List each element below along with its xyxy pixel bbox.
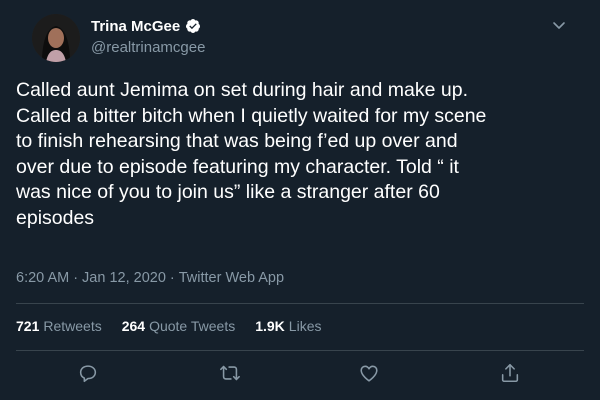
reply-icon[interactable] (77, 362, 99, 384)
divider (16, 303, 584, 304)
heart-icon[interactable] (358, 362, 380, 384)
tweet-text-line: Called aunt Jemima on set during hair an… (16, 79, 469, 101)
tweet-time[interactable]: 6:20 AM (16, 270, 69, 286)
tweet-meta: 6:20 AM · Jan 12, 2020 · Twitter Web App (16, 270, 284, 286)
tweet-text-line: over due to episode featuring my charact… (16, 155, 459, 178)
tweet-text-line: was nice of you to join us” like a stran… (16, 181, 440, 203)
divider (16, 350, 584, 351)
tweet-header: Trina McGee @realtrinamcgee (16, 0, 584, 70)
tweet-text-line: Called a bitter bitch when I quietly wai… (16, 104, 487, 127)
author-names: Trina McGee @realtrinamcgee (91, 16, 205, 57)
tweet-actions (0, 362, 600, 392)
likes-label: Likes (288, 318, 322, 334)
display-name-row[interactable]: Trina McGee (91, 16, 205, 36)
avatar[interactable] (32, 14, 80, 62)
likes-count: 1.9K (255, 318, 285, 334)
tweet-stats: 721 Retweets 264 Quote Tweets 1.9K Likes (16, 318, 321, 334)
tweet-card: Trina McGee @realtrinamcgee Called aunt … (0, 0, 600, 400)
tweet-text: Called aunt Jemima on set during hair an… (16, 78, 591, 231)
retweets-count: 721 (16, 318, 40, 334)
chevron-down-icon[interactable] (550, 16, 568, 34)
quote-tweets-stat[interactable]: 264 Quote Tweets (122, 318, 236, 334)
verified-badge-icon (185, 18, 201, 34)
likes-stat[interactable]: 1.9K Likes (255, 318, 321, 334)
meta-separator: · (73, 270, 79, 286)
source-app-link[interactable]: Twitter Web App (179, 270, 284, 286)
tweet-date[interactable]: Jan 12, 2020 (82, 270, 166, 286)
tweet-text-line: to finish rehearsing that was being f’ed… (16, 130, 458, 152)
meta-separator: · (169, 270, 175, 286)
share-icon[interactable] (499, 362, 521, 384)
retweets-label: Retweets (43, 318, 102, 334)
handle[interactable]: @realtrinamcgee (91, 39, 205, 56)
quote-tweets-count: 264 (121, 318, 146, 334)
quote-tweets-label: Quote Tweets (149, 318, 236, 334)
tweet-text-line: episodes (16, 206, 95, 229)
retweet-icon[interactable] (219, 362, 241, 384)
display-name[interactable]: Trina McGee (91, 18, 180, 35)
retweets-stat[interactable]: 721 Retweets (16, 318, 102, 334)
